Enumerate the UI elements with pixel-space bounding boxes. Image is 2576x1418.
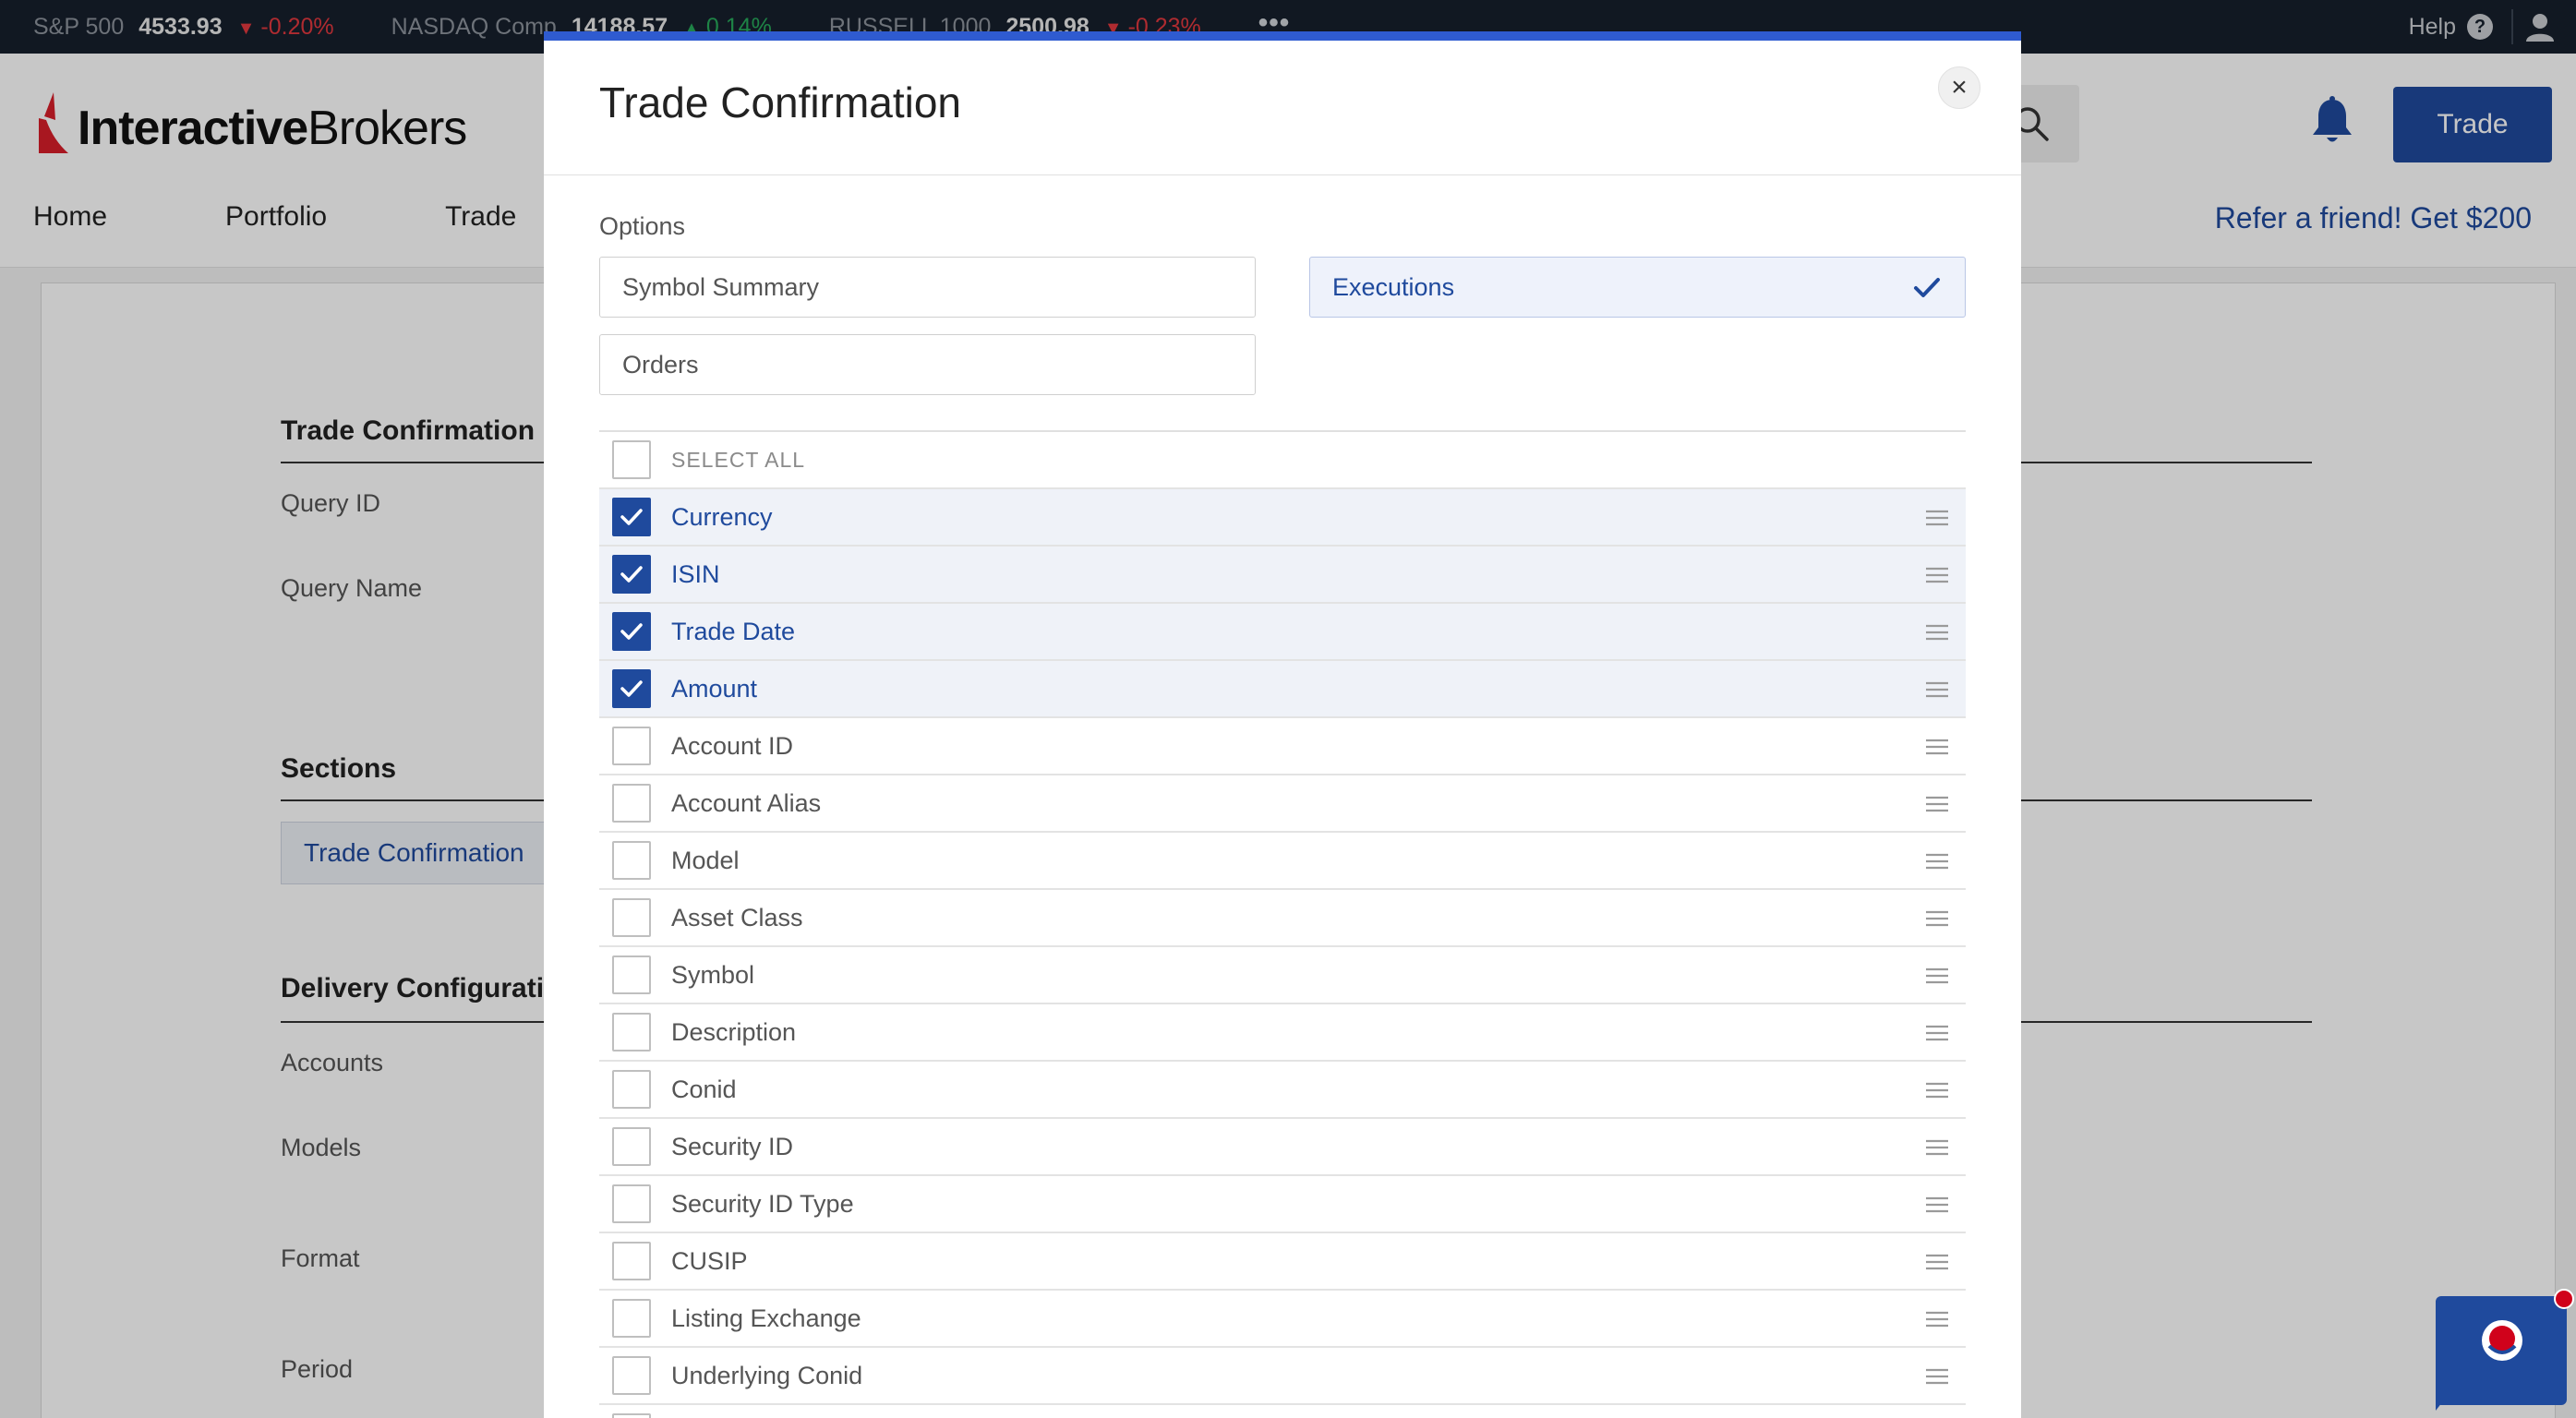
modal-header: Trade Confirmation × <box>544 41 2021 175</box>
column-checkbox[interactable] <box>612 784 651 823</box>
column-label: Asset Class <box>671 903 803 931</box>
column-row[interactable]: Underlying Conid <box>599 1348 1966 1405</box>
drag-handle-icon[interactable] <box>1925 1311 1949 1328</box>
column-row[interactable]: Amount <box>599 661 1966 718</box>
column-checkbox[interactable] <box>612 1356 651 1395</box>
trade-confirmation-modal: Trade Confirmation × Options Symbol Summ… <box>544 31 2021 1418</box>
column-label: Security ID Type <box>671 1189 854 1218</box>
column-label: ISIN <box>671 559 720 588</box>
column-label: CUSIP <box>671 1246 748 1275</box>
column-checkbox[interactable] <box>612 955 651 994</box>
column-row[interactable]: Description <box>599 1004 1966 1062</box>
column-checkbox[interactable] <box>612 555 651 594</box>
drag-handle-icon[interactable] <box>1925 796 1949 812</box>
column-label: Description <box>671 1017 797 1046</box>
column-checkbox[interactable] <box>612 1413 651 1418</box>
drag-handle-icon[interactable] <box>1925 1139 1949 1156</box>
column-label: Symbol <box>671 960 755 989</box>
column-row[interactable]: Currency <box>599 489 1966 547</box>
select-all-row[interactable]: SELECT ALL <box>599 432 1966 489</box>
column-checkbox[interactable] <box>612 612 651 651</box>
option-symbol-summary[interactable]: Symbol Summary <box>599 257 1256 318</box>
drag-handle-icon[interactable] <box>1925 1025 1949 1041</box>
column-checkbox[interactable] <box>612 498 651 536</box>
column-row[interactable]: Listing Exchange <box>599 1291 1966 1348</box>
option-label: Orders <box>622 350 699 379</box>
column-label: Account Alias <box>671 788 822 817</box>
column-row[interactable]: Asset Class <box>599 890 1966 947</box>
modal-title: Trade Confirmation <box>599 78 962 126</box>
column-row[interactable]: ISIN <box>599 547 1966 604</box>
column-row[interactable]: Trade Date <box>599 604 1966 661</box>
column-row[interactable]: Model <box>599 833 1966 890</box>
drag-handle-icon[interactable] <box>1925 1196 1949 1213</box>
chat-assistant-icon <box>2482 1320 2522 1361</box>
column-checkbox[interactable] <box>612 1184 651 1223</box>
column-checkbox[interactable] <box>612 1242 651 1280</box>
notification-dot <box>2554 1289 2574 1309</box>
column-row[interactable]: Security ID <box>599 1119 1966 1176</box>
chat-widget-tail <box>2436 1385 2456 1411</box>
drag-handle-icon[interactable] <box>1925 967 1949 984</box>
option-label: Executions <box>1332 272 1455 301</box>
column-label: Model <box>671 846 740 874</box>
column-row[interactable]: CUSIP <box>599 1233 1966 1291</box>
select-all-checkbox[interactable] <box>612 440 651 479</box>
column-label: Underlying Conid <box>671 1361 863 1389</box>
options-label: Options <box>599 212 686 240</box>
column-checkbox[interactable] <box>612 669 651 708</box>
column-row[interactable]: Symbol <box>599 947 1966 1004</box>
checkmark-icon <box>620 623 643 640</box>
column-row[interactable]: Account Alias <box>599 775 1966 833</box>
option-orders[interactable]: Orders <box>599 334 1256 395</box>
close-icon: × <box>1951 72 1968 102</box>
drag-handle-icon[interactable] <box>1925 510 1949 526</box>
column-checkbox[interactable] <box>612 1013 651 1051</box>
checkmark-icon <box>1914 278 1940 297</box>
column-label: Listing Exchange <box>671 1304 861 1332</box>
column-label: Currency <box>671 502 773 531</box>
option-label: Symbol Summary <box>622 272 820 301</box>
column-label: Account ID <box>671 731 794 760</box>
column-checkbox[interactable] <box>612 727 651 765</box>
column-checkbox[interactable] <box>612 1299 651 1338</box>
drag-handle-icon[interactable] <box>1925 853 1949 870</box>
checkmark-icon <box>620 566 643 583</box>
column-row[interactable]: Security ID Type <box>599 1176 1966 1233</box>
column-row[interactable]: Conid <box>599 1062 1966 1119</box>
column-label: Security ID <box>671 1132 794 1160</box>
checkmark-icon <box>620 509 643 525</box>
select-all-label: SELECT ALL <box>671 447 806 472</box>
drag-handle-icon[interactable] <box>1925 1082 1949 1099</box>
column-checkbox[interactable] <box>612 1070 651 1109</box>
drag-handle-icon[interactable] <box>1925 567 1949 583</box>
column-checkbox[interactable] <box>612 1127 651 1166</box>
option-executions[interactable]: Executions <box>1309 257 1966 318</box>
drag-handle-icon[interactable] <box>1925 1254 1949 1270</box>
column-row[interactable]: Account ID <box>599 718 1966 775</box>
drag-handle-icon[interactable] <box>1925 739 1949 755</box>
column-checkbox[interactable] <box>612 841 651 880</box>
column-label: Trade Date <box>671 617 796 645</box>
drag-handle-icon[interactable] <box>1925 624 1949 641</box>
checkmark-icon <box>620 680 643 697</box>
drag-handle-icon[interactable] <box>1925 910 1949 927</box>
column-checkbox[interactable] <box>612 898 651 937</box>
column-list: SELECT ALL Currency ISIN Trade Date Amount A… <box>599 430 1966 1418</box>
drag-handle-icon[interactable] <box>1925 1368 1949 1385</box>
drag-handle-icon[interactable] <box>1925 681 1949 698</box>
column-label: Conid <box>671 1075 737 1103</box>
column-label: Amount <box>671 674 758 703</box>
close-button[interactable]: × <box>1938 66 1980 109</box>
column-row[interactable] <box>599 1405 1966 1418</box>
